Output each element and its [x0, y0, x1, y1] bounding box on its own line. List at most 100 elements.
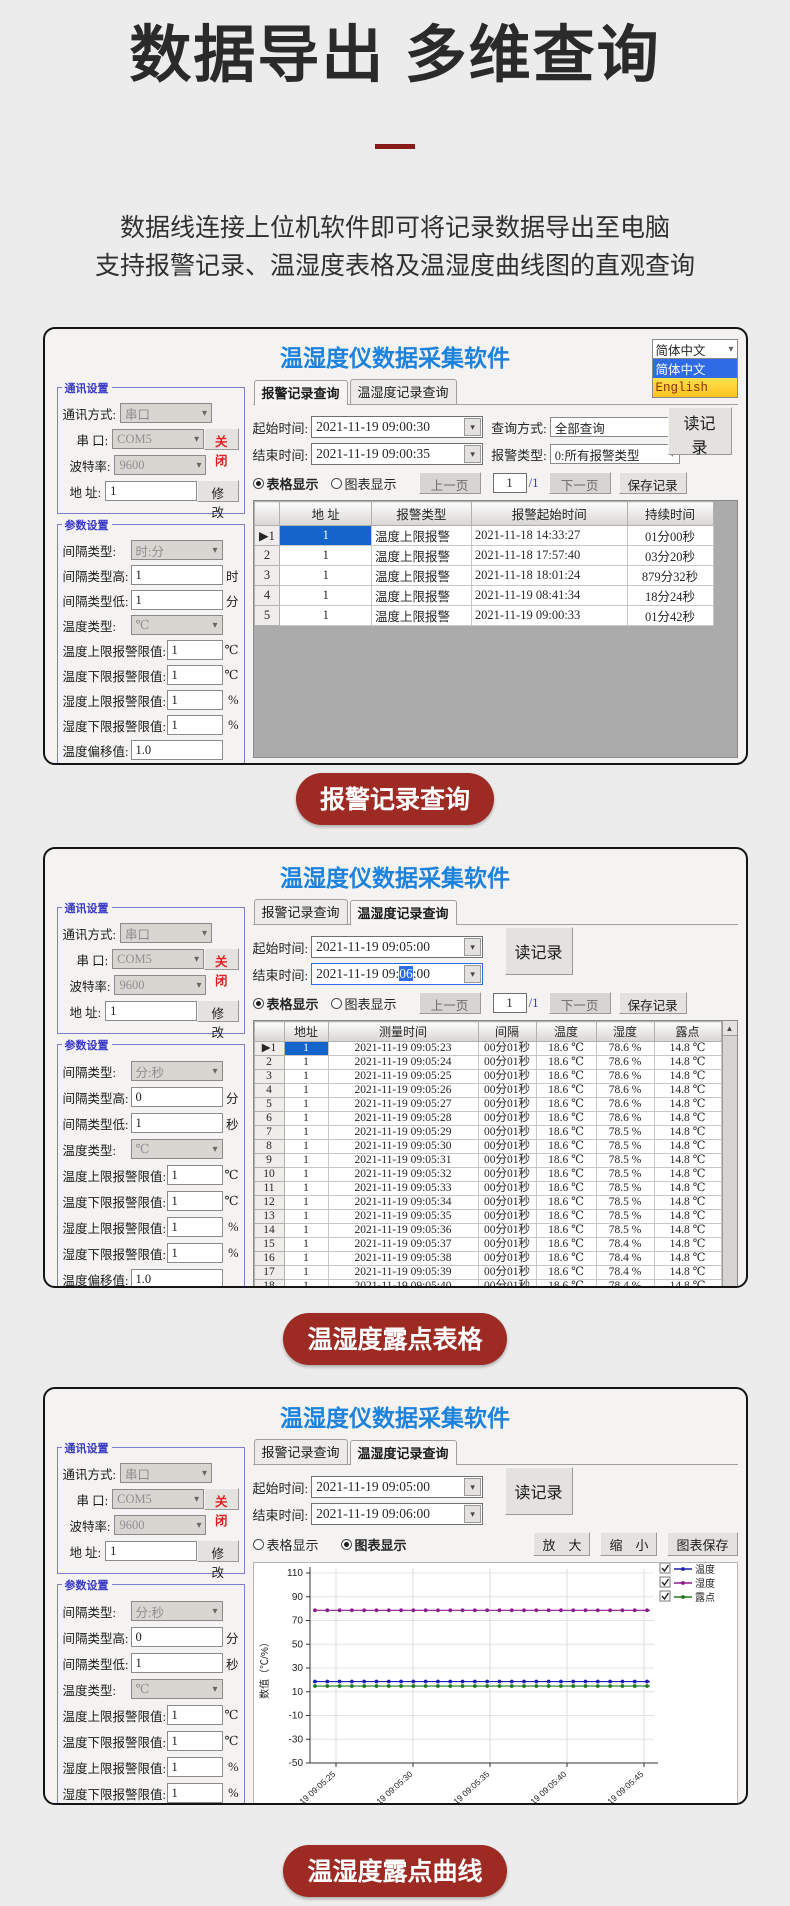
- table-cell[interactable]: 78.5 %: [596, 1210, 654, 1224]
- table-cell[interactable]: 00分01秒: [478, 1098, 536, 1112]
- table-row[interactable]: 1112021-11-19 09:05:3300分01秒18.6 ℃78.5 %…: [254, 1182, 721, 1196]
- table-cell[interactable]: 03分20秒: [627, 546, 713, 566]
- date-picker-icon[interactable]: ▾: [464, 445, 481, 463]
- temp-upper-limit-input[interactable]: 1: [167, 1705, 223, 1725]
- table-cell[interactable]: 1: [284, 1238, 328, 1252]
- table-cell[interactable]: 14.8 ℃: [654, 1084, 721, 1098]
- table-row[interactable]: 31温度上限报警2021-11-18 18:01:24879分32秒: [254, 566, 713, 586]
- column-header[interactable]: 报警类型: [371, 502, 471, 526]
- table-cell[interactable]: 18.6 ℃: [536, 1098, 596, 1112]
- column-header[interactable]: 持续时间: [627, 502, 713, 526]
- zoom-out-button[interactable]: 缩 小: [600, 1532, 657, 1556]
- table-cell[interactable]: 14.8 ℃: [654, 1210, 721, 1224]
- table-cell[interactable]: 18.6 ℃: [536, 1280, 596, 1289]
- table-cell[interactable]: 18.6 ℃: [536, 1042, 596, 1056]
- table-cell[interactable]: 18.6 ℃: [536, 1084, 596, 1098]
- table-cell[interactable]: 1: [280, 566, 372, 586]
- table-row[interactable]: 1212021-11-19 09:05:3400分01秒18.6 ℃78.5 %…: [254, 1196, 721, 1210]
- read-records-button[interactable]: 读记录: [505, 1467, 573, 1515]
- table-row[interactable]: 312021-11-19 09:05:2500分01秒18.6 ℃78.6 %1…: [254, 1070, 721, 1084]
- table-cell[interactable]: 00分01秒: [478, 1056, 536, 1070]
- interval-type-select[interactable]: 时:分▾: [131, 540, 223, 560]
- table-cell[interactable]: 18.6 ℃: [536, 1210, 596, 1224]
- table-cell[interactable]: 2021-11-19 09:05:28: [328, 1112, 478, 1126]
- language-select[interactable]: 简体中文 ▾: [652, 339, 738, 359]
- table-cell[interactable]: 879分32秒: [627, 566, 713, 586]
- row-number-cell[interactable]: 9: [254, 1154, 284, 1168]
- table-cell[interactable]: 温度上限报警: [371, 526, 471, 546]
- date-picker-icon[interactable]: ▾: [464, 1505, 481, 1523]
- table-cell[interactable]: 1: [284, 1126, 328, 1140]
- table-cell[interactable]: 00分01秒: [478, 1126, 536, 1140]
- table-view-radio[interactable]: 表格显示: [253, 474, 319, 493]
- baud-rate-select[interactable]: 9600▾: [114, 1515, 206, 1535]
- table-cell[interactable]: 2021-11-19 09:05:29: [328, 1126, 478, 1140]
- table-row[interactable]: 212021-11-19 09:05:2400分01秒18.6 ℃78.6 %1…: [254, 1056, 721, 1070]
- table-cell[interactable]: 1: [280, 606, 372, 626]
- row-number-cell[interactable]: 10: [254, 1168, 284, 1182]
- table-cell[interactable]: 14.8 ℃: [654, 1042, 721, 1056]
- table-cell[interactable]: 18.6 ℃: [536, 1154, 596, 1168]
- serial-port-select[interactable]: COM5▾: [112, 429, 204, 449]
- table-cell[interactable]: 18.6 ℃: [536, 1266, 596, 1280]
- close-port-button[interactable]: 关闭: [204, 428, 238, 450]
- table-cell[interactable]: 2021-11-19 09:05:36: [328, 1224, 478, 1238]
- table-cell[interactable]: 2021-11-19 09:05:38: [328, 1252, 478, 1266]
- hum-lower-limit-input[interactable]: 1: [167, 1783, 223, 1803]
- row-number-cell[interactable]: 14: [254, 1224, 284, 1238]
- tab-alarm-query[interactable]: 报警记录查询: [254, 380, 348, 405]
- table-cell[interactable]: 2021-11-19 09:05:30: [328, 1140, 478, 1154]
- row-number-cell[interactable]: 6: [254, 1112, 284, 1126]
- interval-type-select[interactable]: 分:秒▾: [131, 1061, 223, 1081]
- table-cell[interactable]: 温度上限报警: [371, 586, 471, 606]
- row-number-cell[interactable]: 8: [254, 1140, 284, 1154]
- column-header[interactable]: 露点: [654, 1022, 721, 1042]
- tab-record-query[interactable]: 温湿度记录查询: [350, 900, 457, 925]
- table-cell[interactable]: 18.6 ℃: [536, 1126, 596, 1140]
- next-page-button[interactable]: 下一页: [549, 992, 611, 1014]
- zoom-in-button[interactable]: 放 大: [533, 1532, 590, 1556]
- interval-high-input[interactable]: 0: [131, 1627, 223, 1647]
- end-time-input[interactable]: 2021-11-19 09:06:00 ▾: [311, 963, 483, 985]
- table-cell[interactable]: 01分42秒: [627, 606, 713, 626]
- table-cell[interactable]: 78.4 %: [596, 1252, 654, 1266]
- next-page-button[interactable]: 下一页: [549, 472, 611, 494]
- save-chart-button[interactable]: 图表保存: [667, 1532, 737, 1556]
- table-row[interactable]: 412021-11-19 09:05:2600分01秒18.6 ℃78.6 %1…: [254, 1084, 721, 1098]
- table-cell[interactable]: 78.6 %: [596, 1056, 654, 1070]
- hum-lower-limit-input[interactable]: 1: [167, 715, 223, 735]
- table-cell[interactable]: 18.6 ℃: [536, 1070, 596, 1084]
- table-cell[interactable]: 14.8 ℃: [654, 1098, 721, 1112]
- table-cell[interactable]: 14.8 ℃: [654, 1168, 721, 1182]
- table-cell[interactable]: 18.6 ℃: [536, 1168, 596, 1182]
- modify-address-button[interactable]: 修改: [197, 480, 238, 502]
- tab-alarm-query[interactable]: 报警记录查询: [254, 1439, 348, 1464]
- column-header[interactable]: 报警起始时间: [471, 502, 627, 526]
- table-cell[interactable]: 78.5 %: [596, 1224, 654, 1238]
- table-cell[interactable]: 2021-11-19 09:05:23: [328, 1042, 478, 1056]
- table-row[interactable]: 812021-11-19 09:05:3000分01秒18.6 ℃78.5 %1…: [254, 1140, 721, 1154]
- comm-mode-select[interactable]: 串口▾: [120, 1463, 212, 1483]
- temp-offset-input[interactable]: 1.0: [131, 1269, 223, 1288]
- table-cell[interactable]: 14.8 ℃: [654, 1266, 721, 1280]
- table-cell[interactable]: 14.8 ℃: [654, 1238, 721, 1252]
- save-records-button[interactable]: 保存记录: [619, 472, 687, 494]
- table-cell[interactable]: 14.8 ℃: [654, 1224, 721, 1238]
- table-cell[interactable]: 00分01秒: [478, 1238, 536, 1252]
- query-mode-select[interactable]: 全部查询▾: [550, 417, 680, 437]
- table-cell[interactable]: 2021-11-19 09:05:35: [328, 1210, 478, 1224]
- table-cell[interactable]: 2021-11-19 09:05:34: [328, 1196, 478, 1210]
- table-cell[interactable]: 2021-11-19 09:05:26: [328, 1084, 478, 1098]
- table-cell[interactable]: 1: [284, 1210, 328, 1224]
- table-cell[interactable]: 00分01秒: [478, 1182, 536, 1196]
- table-row[interactable]: 1012021-11-19 09:05:3200分01秒18.6 ℃78.5 %…: [254, 1168, 721, 1182]
- table-cell[interactable]: 2021-11-18 18:01:24: [471, 566, 627, 586]
- table-cell[interactable]: 1: [284, 1098, 328, 1112]
- table-cell[interactable]: 2021-11-18 14:33:27: [471, 526, 627, 546]
- table-cell[interactable]: 2021-11-19 09:05:39: [328, 1266, 478, 1280]
- table-cell[interactable]: 1: [284, 1252, 328, 1266]
- vertical-scrollbar[interactable]: ▲: [722, 1021, 737, 1288]
- row-number-cell[interactable]: 2: [254, 546, 280, 566]
- interval-high-input[interactable]: 0: [131, 1087, 223, 1107]
- table-cell[interactable]: 1: [284, 1266, 328, 1280]
